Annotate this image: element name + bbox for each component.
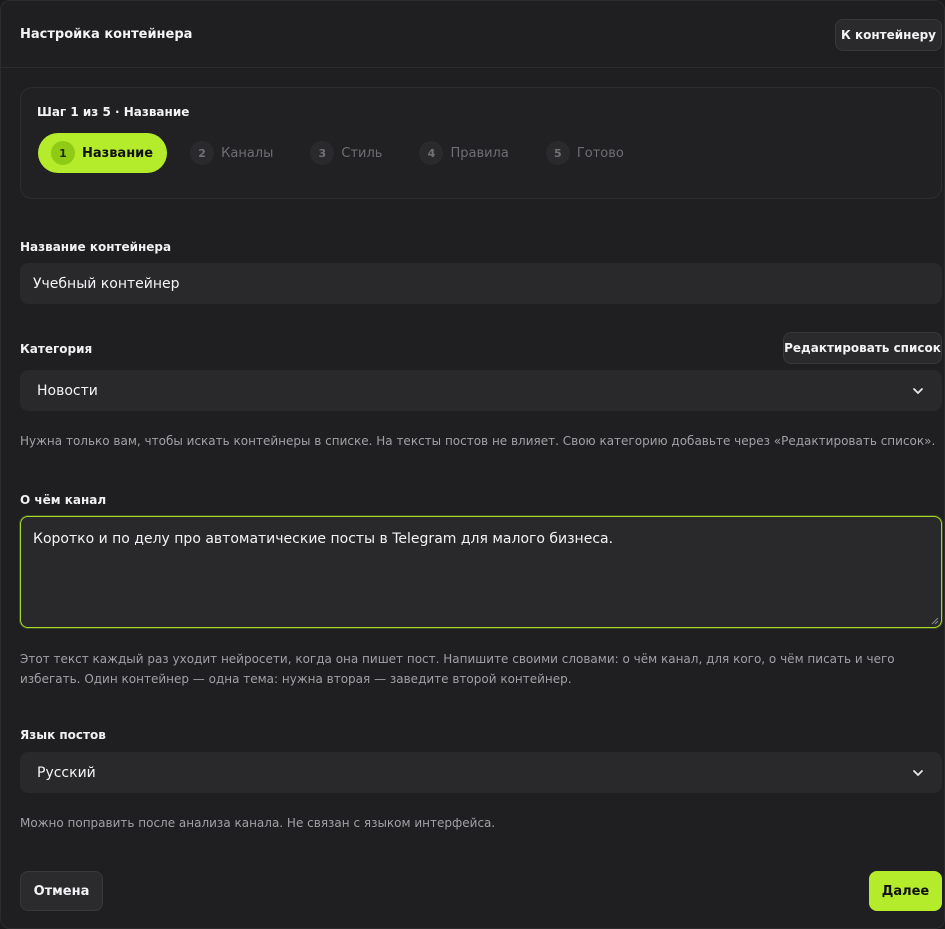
- about-channel-textarea[interactable]: Коротко и по делу про автоматические пос…: [20, 516, 942, 628]
- container-name-value: Учебный контейнер: [33, 275, 180, 292]
- page-title: Настройка контейнера: [20, 27, 193, 42]
- stepper-title: Шаг 1 из 5 · Название: [37, 105, 190, 119]
- chevron-down-icon: [913, 769, 923, 776]
- step-label: Стиль: [341, 145, 383, 161]
- post-language-select[interactable]: Русский: [20, 752, 942, 793]
- chevron-down-icon: [913, 387, 923, 394]
- step-number: 3: [310, 141, 335, 165]
- container-setup-window: Настройка контейнера К контейнеру Шаг 1 …: [0, 0, 945, 929]
- step-name[interactable]: 1 Название: [38, 133, 168, 173]
- header: Настройка контейнера К контейнеру: [1, 1, 944, 68]
- step-number: 1: [51, 141, 75, 165]
- container-name-label: Название контейнера: [20, 240, 172, 254]
- step-label: Каналы: [221, 145, 274, 161]
- container-name-input[interactable]: Учебный контейнер: [20, 263, 942, 304]
- post-language-label: Язык постов: [20, 728, 106, 742]
- about-channel-value: Коротко и по делу про автоматические пос…: [33, 531, 614, 547]
- stepper-card: Шаг 1 из 5 · Название 1 Название 2 Канал…: [20, 87, 942, 199]
- step-channels[interactable]: 2 Каналы: [177, 133, 287, 173]
- category-select[interactable]: Новости: [20, 370, 942, 411]
- post-language-selected-value: Русский: [37, 764, 96, 781]
- category-selected-value: Новости: [37, 382, 98, 399]
- cancel-button[interactable]: Отмена: [20, 871, 103, 911]
- category-label: Категория: [20, 342, 93, 356]
- step-label: Название: [82, 145, 154, 161]
- resize-handle-icon[interactable]: [930, 616, 939, 625]
- edit-list-button[interactable]: Редактировать список: [783, 332, 942, 364]
- step-style[interactable]: 3 Стиль: [297, 133, 396, 173]
- about-channel-hint: Этот текст каждый раз уходит нейросети, …: [20, 652, 895, 686]
- post-language-hint: Можно поправить после анализа канала. Не…: [20, 816, 496, 830]
- step-label: Правила: [450, 145, 509, 161]
- category-hint: Нужна только вам, чтобы искать контейнер…: [20, 434, 936, 448]
- step-done[interactable]: 5 Готово: [533, 133, 638, 173]
- step-number: 4: [419, 141, 444, 165]
- step-number: 5: [545, 141, 570, 165]
- back-to-container-button[interactable]: К контейнеру: [835, 19, 942, 51]
- step-rules[interactable]: 4 Правила: [406, 133, 522, 173]
- step-number: 2: [190, 141, 215, 165]
- next-button[interactable]: Далее: [869, 871, 942, 911]
- step-label: Готово: [576, 145, 624, 161]
- about-channel-label: О чём канал: [20, 493, 107, 507]
- stepper-steps: 1 Название 2 Каналы 3 Стиль 4 Правила 5 …: [38, 133, 648, 173]
